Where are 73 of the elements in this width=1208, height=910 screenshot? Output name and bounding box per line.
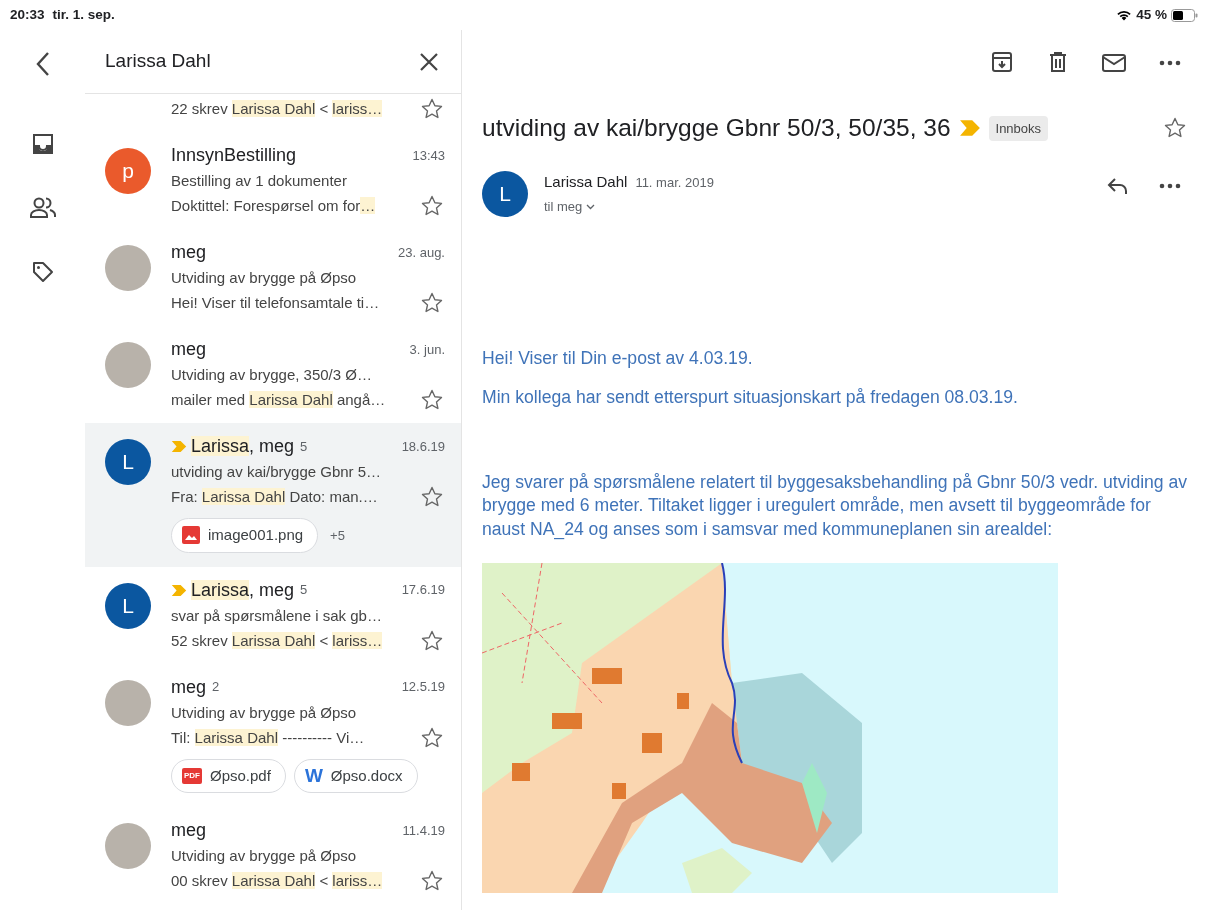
message-snippet: Hei! Viser til telefonsamtale ti… [171, 293, 380, 313]
attachment-name: image001.png [208, 525, 304, 545]
more-attachments-count: +5 [330, 526, 345, 545]
status-date: tir. 1. sep. [52, 5, 115, 24]
sender-name: meg [171, 819, 206, 842]
message-date: 18.6.19 [401, 437, 445, 456]
message-snippet: 52 skrev Larissa Dahl < lariss… [171, 630, 383, 651]
pdf-file-icon: PDF [182, 767, 202, 784]
image-file-icon [182, 526, 200, 545]
message-date: 12.5.19 [401, 678, 445, 697]
selected-message-row[interactable]: L Larissa, meg 5 18.6.19 utviding av kai/brygge Gbnr 5… Fra: Larissa Dahl Dato: man.… image001.png +5 [85, 423, 461, 567]
body-paragraph: Min kollega har sendt etterspurt situasjonskart på fredagen 08.03.19. [482, 386, 1019, 410]
chevron-down-icon [586, 204, 596, 210]
message-row[interactable]: p InnsynBestilling 13:43 Bestilling av 1 dokumenter Doktittel: Forespørsel om for… [85, 132, 461, 229]
avatar-photo-placeholder [105, 679, 151, 726]
sender-avatar: L [105, 439, 151, 485]
attachment-chip[interactable]: image001.png [171, 518, 319, 553]
message-snippet: Til: Larissa Dahl ---------- Vi… [171, 727, 365, 748]
avatar-photo-placeholder [105, 823, 151, 869]
attachment-name: Øpso.docx [330, 765, 403, 786]
recipient-toggle[interactable]: til meg [544, 197, 596, 217]
battery-icon [1171, 8, 1198, 22]
attachment-chip[interactable]: W Øpso.docx [293, 758, 418, 793]
email-subject: utviding av kai/brygge Gbnr 50/3, 50/35, 36 [482, 113, 951, 143]
thread-count: 2 [212, 678, 220, 697]
message-row[interactable]: meg 23. aug. Utviding av brygge på Øpso Hei! Viser til telefonsamtale ti… [85, 229, 461, 326]
sender-avatar: p [105, 148, 151, 194]
message-snippet: Doktittel: Forespørsel om for… [171, 196, 376, 216]
message-row[interactable]: meg 2 12.5.19 Utviding av brygge på Øpso Til: Larissa Dahl ---------- Vi… PDF Øpso.pdf W Øpso.docx [85, 663, 461, 807]
sender-name: meg [171, 675, 206, 699]
message-date: 23. aug. [398, 243, 445, 262]
message-subject: Utviding av brygge, 350/3 Ø… [171, 365, 372, 385]
wifi-icon [1116, 9, 1133, 21]
avatar-photo-placeholder [105, 245, 151, 291]
avatar-photo-placeholder [105, 342, 151, 388]
message-date: 3. jun. [409, 340, 445, 359]
message-snippet: mailer med Larissa Dahl angå… [171, 390, 386, 410]
message-subject: Utviding av brygge på Øpso [171, 702, 357, 723]
message-row[interactable]: 22 skrev Larissa Dahl < lariss… [85, 94, 461, 132]
search-query[interactable]: Larissa Dahl [105, 47, 211, 76]
message-subject: svar på spørsmålene i sak gb… [171, 605, 382, 626]
message-date: 13:43 [412, 146, 445, 165]
message-date: 17.6.19 [401, 581, 445, 600]
message-snippet: Fra: Larissa Dahl Dato: man.… [171, 487, 378, 507]
message-subject: utviding av kai/brygge Gbnr 5… [171, 462, 382, 482]
inbox-label[interactable]: Innboks [988, 115, 1049, 142]
thread-count: 5 [300, 581, 308, 600]
sender-name: Larissa Dahl [544, 171, 628, 192]
message-subject: Utviding av brygge på Øpso [171, 846, 357, 866]
message-row[interactable]: meg 3. jun. Utviding av brygge, 350/3 Ø… mailer med Larissa Dahl angå… [85, 326, 461, 423]
sender-avatar: L [105, 582, 151, 629]
sender-name: meg [171, 241, 206, 264]
message-row[interactable]: meg 11.4.19 Utviding av brygge på Øpso 00 skrev Larissa Dahl < lariss… [85, 807, 461, 904]
sender-name: Larissa, meg [191, 435, 295, 458]
attachment-chip[interactable]: PDF Øpso.pdf [171, 758, 286, 793]
word-file-icon: W [304, 766, 323, 786]
message-row[interactable]: L Larissa, meg 5 17.6.19 svar på spørsmålene i sak gb… 52 skrev Larissa Dahl < lariss… [85, 566, 461, 664]
message-subject: Bestilling av 1 dokumenter [171, 171, 347, 191]
sender-name: InnsynBestilling [171, 144, 297, 167]
attachment-name: Øpso.pdf [210, 765, 271, 786]
body-paragraph: Jeg svarer på spørsmålene relatert til byggesaksbehandling på Gbnr 50/3 vedr. utviding av brygge med 6 meter. Tiltaket ligger i uregulert område, men avsett til byggeområde for naust NA_24 og anses som i samsvar med kommuneplanen sin arealdel: [482, 470, 1188, 542]
body-paragraph: Hei! Viser til Din e-post av 4.03.19. [482, 346, 754, 370]
sender-name: meg [171, 338, 206, 361]
battery-percent: 45 % [1136, 5, 1167, 24]
sender-avatar: L [482, 170, 528, 217]
sender-name: Larissa, meg [191, 578, 295, 602]
message-snippet: 00 skrev Larissa Dahl < lariss… [171, 871, 383, 891]
status-time: 20:33 [10, 5, 45, 24]
message-date: 11.4.19 [402, 821, 445, 840]
message-snippet: 22 skrev Larissa Dahl < lariss… [171, 99, 383, 119]
message-subject: Utviding av brygge på Øpso [171, 268, 357, 288]
thread-count: 5 [300, 437, 308, 456]
email-date: 11. mar. 2019 [635, 173, 714, 192]
